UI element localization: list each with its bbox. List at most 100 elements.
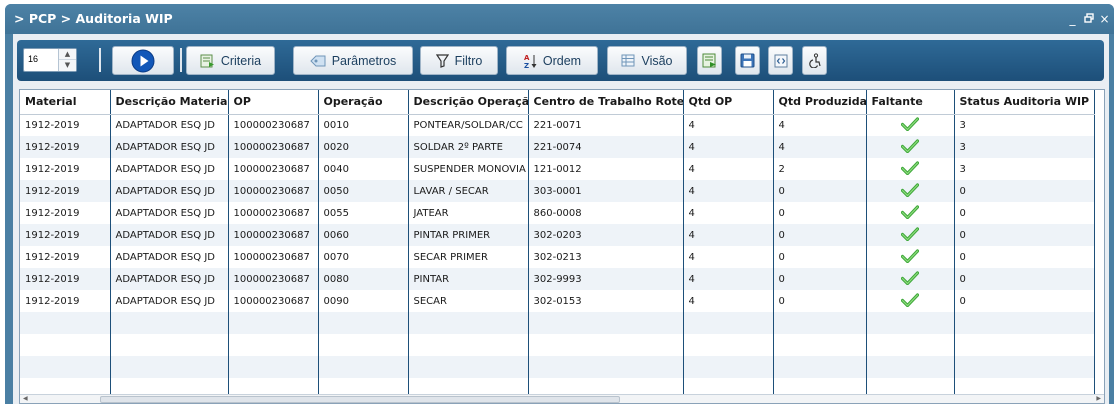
table-cell[interactable]: 0 xyxy=(954,202,1095,224)
table-cell[interactable]: 100000230687 xyxy=(228,202,319,224)
table-cell[interactable]: 4 xyxy=(683,224,774,246)
table-cell[interactable]: 1912-2019 xyxy=(20,158,111,180)
table-cell[interactable]: 4 xyxy=(683,202,774,224)
table-cell[interactable]: 1912-2019 xyxy=(20,202,111,224)
table-cell[interactable]: SECAR PRIMER xyxy=(408,246,529,268)
table-cell[interactable]: 0 xyxy=(954,180,1095,202)
table-cell[interactable]: 100000230687 xyxy=(228,290,319,312)
faltante-cell[interactable] xyxy=(866,290,955,312)
table-cell[interactable]: 1912-2019 xyxy=(20,180,111,202)
faltante-cell[interactable] xyxy=(866,224,955,246)
table-cell[interactable]: 0 xyxy=(954,246,1095,268)
table-cell[interactable]: 221-0071 xyxy=(528,114,684,136)
scrollbar-thumb[interactable] xyxy=(100,396,620,403)
table-cell[interactable]: 100000230687 xyxy=(228,180,319,202)
table-cell[interactable]: ADAPTADOR ESQ JD xyxy=(110,224,229,246)
table-cell[interactable]: 4 xyxy=(773,114,867,136)
table-cell[interactable]: 0010 xyxy=(318,114,409,136)
faltante-cell[interactable] xyxy=(866,136,955,158)
table-cell[interactable]: 4 xyxy=(683,114,774,136)
table-cell[interactable]: 302-0153 xyxy=(528,290,684,312)
table-cell[interactable]: 1912-2019 xyxy=(20,246,111,268)
table-cell[interactable]: 302-0213 xyxy=(528,246,684,268)
faltante-cell[interactable] xyxy=(866,114,955,136)
table-cell[interactable]: 121-0012 xyxy=(528,158,684,180)
table-row[interactable]: 1912-2019 ADAPTADOR ESQ JD 100000230687 006… xyxy=(20,224,1095,246)
column-header-status-auditoria[interactable]: Status Auditoria WIP xyxy=(954,90,1095,115)
table-cell[interactable]: 0 xyxy=(773,246,867,268)
table-cell[interactable]: PONTEAR/SOLDAR/CC xyxy=(408,114,529,136)
table-cell[interactable]: 0060 xyxy=(318,224,409,246)
table-cell[interactable]: 3 xyxy=(954,114,1095,136)
horizontal-scrollbar[interactable]: ◀ ▶ xyxy=(20,394,1104,403)
spinner-down-icon[interactable]: ▼ xyxy=(59,60,76,71)
table-cell[interactable]: 0080 xyxy=(318,268,409,290)
table-row[interactable]: 1912-2019 ADAPTADOR ESQ JD 100000230687 008… xyxy=(20,268,1095,290)
table-cell[interactable]: 4 xyxy=(683,246,774,268)
table-cell[interactable]: ADAPTADOR ESQ JD xyxy=(110,246,229,268)
table-cell[interactable]: ADAPTADOR ESQ JD xyxy=(110,114,229,136)
table-cell[interactable]: 0 xyxy=(954,268,1095,290)
save-button[interactable] xyxy=(735,46,760,75)
faltante-cell[interactable] xyxy=(866,158,955,180)
accessibility-button[interactable] xyxy=(802,46,827,75)
table-cell[interactable]: 100000230687 xyxy=(228,114,319,136)
table-cell[interactable]: 100000230687 xyxy=(228,224,319,246)
table-cell[interactable]: 2 xyxy=(773,158,867,180)
minimize-icon[interactable]: _ xyxy=(1067,13,1078,25)
faltante-cell[interactable] xyxy=(866,268,955,290)
table-cell[interactable]: SOLDAR 2º PARTE xyxy=(408,136,529,158)
column-header-op[interactable]: OP xyxy=(228,90,319,115)
table-row[interactable]: 1912-2019 ADAPTADOR ESQ JD 100000230687 007… xyxy=(20,246,1095,268)
table-cell[interactable]: ADAPTADOR ESQ JD xyxy=(110,290,229,312)
table-cell[interactable]: ADAPTADOR ESQ JD xyxy=(110,268,229,290)
table-row[interactable]: 1912-2019 ADAPTADOR ESQ JD 100000230687 005… xyxy=(20,202,1095,224)
table-cell[interactable]: PINTAR xyxy=(408,268,529,290)
parametros-button[interactable]: Parâmetros xyxy=(293,46,413,75)
table-cell[interactable]: 4 xyxy=(683,180,774,202)
run-button[interactable] xyxy=(112,46,174,75)
table-cell[interactable]: SUSPENDER MONOVIA xyxy=(408,158,529,180)
table-cell[interactable]: LAVAR / SECAR xyxy=(408,180,529,202)
table-cell[interactable]: 0 xyxy=(773,202,867,224)
table-cell[interactable]: 303-0001 xyxy=(528,180,684,202)
visao-button[interactable]: Visão xyxy=(607,46,687,75)
table-row[interactable]: 1912-2019 ADAPTADOR ESQ JD 100000230687 009… xyxy=(20,290,1095,312)
table-cell[interactable]: 4 xyxy=(683,268,774,290)
table-cell[interactable]: 0 xyxy=(954,224,1095,246)
table-cell[interactable]: 100000230687 xyxy=(228,158,319,180)
table-cell[interactable]: 0 xyxy=(954,290,1095,312)
table-cell[interactable]: 0 xyxy=(773,290,867,312)
table-cell[interactable]: ADAPTADOR ESQ JD xyxy=(110,158,229,180)
table-cell[interactable]: 0 xyxy=(773,224,867,246)
faltante-cell[interactable] xyxy=(866,180,955,202)
scroll-right-icon[interactable]: ▶ xyxy=(1096,395,1101,403)
window-titlebar[interactable]: > PCP > Auditoria WIP _ × xyxy=(5,4,1114,34)
table-cell[interactable]: 1912-2019 xyxy=(20,136,111,158)
table-row[interactable]: 1912-2019 ADAPTADOR ESQ JD 100000230687 001… xyxy=(20,114,1095,136)
table-cell[interactable]: 1912-2019 xyxy=(20,290,111,312)
table-cell[interactable]: ADAPTADOR ESQ JD xyxy=(110,180,229,202)
column-header-faltante[interactable]: Faltante xyxy=(866,90,955,115)
table-row[interactable]: 1912-2019 ADAPTADOR ESQ JD 100000230687 002… xyxy=(20,136,1095,158)
table-cell[interactable]: 302-9993 xyxy=(528,268,684,290)
table-cell[interactable]: 4 xyxy=(683,136,774,158)
table-cell[interactable]: 860-0008 xyxy=(528,202,684,224)
table-cell[interactable]: PINTAR PRIMER xyxy=(408,224,529,246)
table-cell[interactable]: 1912-2019 xyxy=(20,224,111,246)
close-icon[interactable]: × xyxy=(1099,13,1110,25)
scroll-left-icon[interactable]: ◀ xyxy=(23,395,28,403)
table-cell[interactable]: 1912-2019 xyxy=(20,268,111,290)
table-cell[interactable]: 0 xyxy=(773,180,867,202)
column-header-operacao[interactable]: Operação xyxy=(318,90,409,115)
export-excel-button[interactable] xyxy=(697,46,722,75)
table-cell[interactable]: 4 xyxy=(773,136,867,158)
page-size-value[interactable]: 16 xyxy=(28,54,38,64)
table-cell[interactable]: 0050 xyxy=(318,180,409,202)
column-header-qtd-op[interactable]: Qtd OP xyxy=(683,90,774,115)
faltante-cell[interactable] xyxy=(866,246,955,268)
code-button[interactable] xyxy=(768,46,793,75)
table-cell[interactable]: 0055 xyxy=(318,202,409,224)
column-header-qtd-produzida[interactable]: Qtd Produzida xyxy=(773,90,867,115)
table-cell[interactable]: 221-0074 xyxy=(528,136,684,158)
